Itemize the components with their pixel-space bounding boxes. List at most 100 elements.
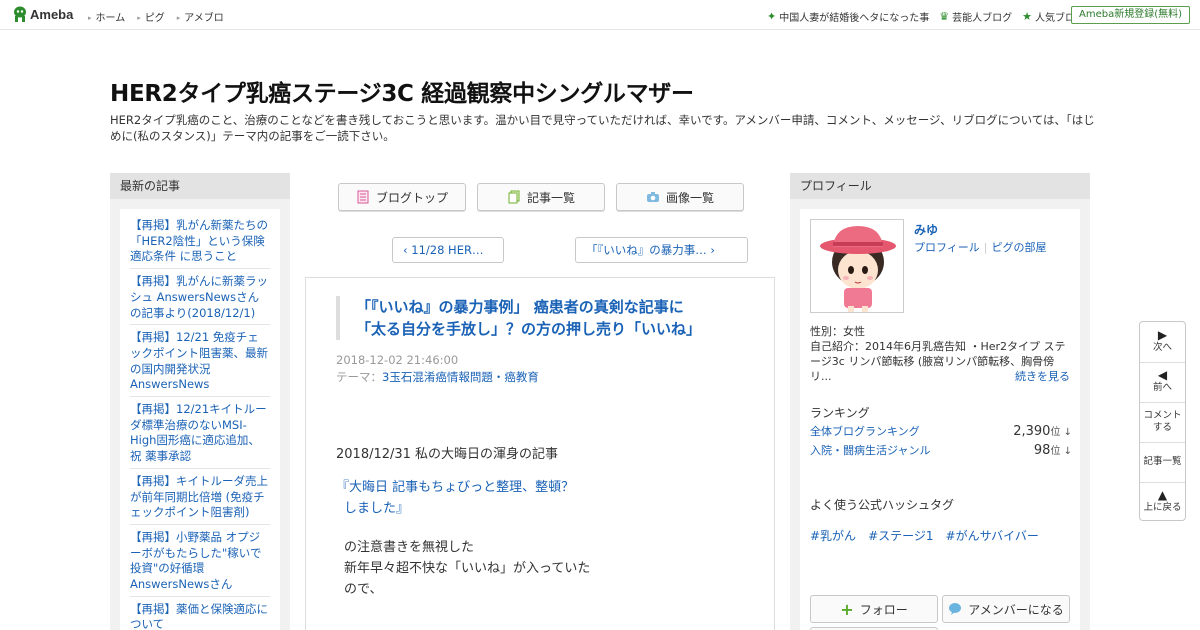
sparkle-icon: ✦ [767,9,777,23]
celebrity-blog-link[interactable]: ♛ 芸能人ブログ [939,9,1013,25]
article-date: 2018-12-02 21:46:00 [336,353,459,367]
hashtag-heading: よく使う公式ハッシュタグ [810,498,955,512]
profile-name[interactable]: みゆ [914,221,938,238]
recent-article-item[interactable]: 【再掲】薬価と保険適応について [130,597,270,630]
recent-article-item[interactable]: 【再掲】乳がんに新薬ラッシュ AnswersNewsさんの記事より(2018/1… [130,269,270,326]
ranking-value: 98位 ↓ [1034,442,1072,458]
plus-icon: + [840,599,854,619]
celebrity-blog-label: 芸能人ブログ [952,13,1013,24]
top-nav: ホーム ピグ アメブロ [88,9,224,24]
profile-gender: 性別：女性 [810,325,865,338]
body-line: 新年早々超不快な「いいね」が入っていた [344,561,591,576]
ranking-genre-link[interactable]: 入院・闘病生活ジャンル [810,442,930,458]
article-list-button[interactable]: 記事一覧 [477,183,605,211]
comment-button[interactable]: コメント する [1140,410,1185,434]
nav-ameblo[interactable]: アメブロ [177,9,224,24]
comment-label: コメント [1143,410,1182,421]
body-line: ので、 [344,582,383,597]
article-title-line: 「『いいね』の暴力事例」 癌患者の真剣な記事に [356,298,684,316]
theme-label: テーマ： [336,370,382,384]
article-body: 2018/12/31 私の大晦日の渾身の記事 『大晦日 記事もちょびっと整理、整… [336,444,756,600]
divider [1140,442,1185,443]
profile-links: プロフィール | ピグの部屋 [914,239,1047,255]
chat-icon [949,603,962,615]
rank-number: 2,390 [1013,424,1051,439]
amember-button[interactable]: アメンバーになる [942,595,1070,623]
divider [1140,402,1185,403]
blog-top-button[interactable]: ブログトップ [338,183,466,211]
logo-text: Ameba [30,7,74,22]
rank-unit: 位 ↓ [1050,446,1072,457]
theme-link[interactable]: 3玉石混淆癌情報問題・癌教育 [382,370,539,384]
blog-title[interactable]: HER2タイプ乳癌ステージ3C 経過観察中シングルマザー [110,74,694,108]
promo-link-label: 中国人妻が結婚後ヘタになった事 [779,13,930,24]
divider [1140,482,1185,483]
recent-article-item[interactable]: 【再掲】12/21キイトルーダ標準治療のないMSI-High固形癌に適応追加、祝… [130,397,270,469]
article-title-line: 「太る自分を手放し」？の方の押し売り「いいね」 [356,320,702,338]
recent-articles-heading: 最新の記事 [110,173,290,199]
article-list-float-button[interactable]: 記事一覧 [1140,456,1185,468]
floating-nav: ▶ 次へ ◀ 前へ コメント する 記事一覧 ▲ 上に戻る [1139,321,1186,521]
nav-home[interactable]: ホーム [88,9,126,24]
pigg-room-link[interactable]: ピグの部屋 [992,241,1047,254]
camera-icon [646,192,659,202]
prev-article-label: 11/28 HER… [411,243,484,257]
follow-button[interactable]: + フォロー [810,595,938,623]
play-right-icon: ▶ [1157,328,1168,342]
recent-article-item[interactable]: 【再掲】乳がん新薬たちの「HER2陰性」という保険適応条件 に思うこと [130,213,270,270]
quote-line: 『大晦日 記事もちょびっと整理、整頓？ [336,480,575,495]
divider: | [983,241,988,254]
play-left-icon: ◀ [1157,368,1168,382]
ranking-row: 全体ブログランキング 2,390位 ↓ [810,423,1072,439]
rank-number: 98 [1033,443,1051,458]
chevron-right-icon: › [706,243,716,257]
quote-line: しました』 [344,501,410,516]
profile-link[interactable]: プロフィール [914,241,980,254]
avatar-image [820,226,896,312]
hashtag-link[interactable]: #がんサバイバー [946,527,1039,544]
ranking-overall-link[interactable]: 全体ブログランキング [810,423,920,439]
avatar[interactable] [810,219,904,313]
back-to-top-label: 上に戻る [1143,502,1182,513]
prev-article-link[interactable]: ‹ 11/28 HER… [392,237,504,263]
nav-pigg[interactable]: ピグ [137,9,165,24]
article-panel: 「『いいね』の暴力事例」 癌患者の真剣な記事に 「太る自分を手放し」？の方の押し… [305,277,775,630]
next-button[interactable]: ▶ 次へ [1140,328,1185,354]
recent-articles-panel: 最新の記事 【再掲】乳がん新薬たちの「HER2陰性」という保険適応条件 に思うこ… [110,173,290,630]
article-title[interactable]: 「『いいね』の暴力事例」 癌患者の真剣な記事に 「太る自分を手放し」？の方の押し… [336,296,736,340]
ameba-logo-icon [14,6,26,22]
ameba-logo[interactable]: Ameba [13,6,73,23]
profile-panel: プロフィール みゆ プロフィール | ピグの部屋 性別：女性 自己紹介：2014… [790,173,1090,630]
rank-unit: 位 ↓ [1050,427,1072,438]
hashtag-link[interactable]: #乳がん [810,527,856,544]
blog-nav-buttons: ブログトップ 記事一覧 画像一覧 [338,183,744,211]
follow-label: フォロー [859,602,908,617]
ranking-row: 入院・闘病生活ジャンル 98位 ↓ [810,442,1072,458]
promo-link[interactable]: ✦ 中国人妻が結婚後ヘタになった事 [767,9,930,25]
read-more-link[interactable]: 続きを見る [1015,368,1070,384]
comment-label: する [1152,422,1172,433]
quoted-article-link[interactable]: 『大晦日 記事もちょびっと整理、整頓？ しました』 [336,477,756,519]
recent-articles-list: 【再掲】乳がん新薬たちの「HER2陰性」という保険適応条件 に思うこと 【再掲】… [120,209,280,630]
recent-article-item[interactable]: 【再掲】12/21 免疫チェックポイント阻害薬、最新の国内開発状況 Answer… [130,325,270,398]
body-paragraph: の注意書きを無視した 新年早々超不快な「いいね」が入っていた ので、 [336,537,756,600]
image-list-label: 画像一覧 [665,190,714,205]
body-line: の注意書きを無視した [344,540,475,555]
back-to-top-button[interactable]: ▲ 上に戻る [1140,488,1185,514]
ranking-heading: ランキング [810,406,870,420]
recent-article-item[interactable]: 【再掲】キイトルーダ売上が前年同期比倍増 (免疫チェックポイント阻害剤) [130,469,270,525]
hashtag-list: #乳がん #ステージ1 #がんサバイバー [810,527,1039,544]
next-label: 次へ [1152,342,1172,353]
image-list-button[interactable]: 画像一覧 [616,183,744,211]
recent-article-item[interactable]: 【再掲】小野薬品 オプジーボがもたらした"稼いで投資"の好循環 AnswersN… [130,525,270,597]
prev-label: 前へ [1152,382,1172,393]
next-article-link[interactable]: 「『いいね』の暴力事… › [575,237,748,263]
ranking-value: 2,390位 ↓ [1013,423,1072,439]
prev-button[interactable]: ◀ 前へ [1140,368,1185,394]
hashtag-link[interactable]: #ステージ1 [868,527,933,544]
article-list-label: 記事一覧 [526,190,575,205]
article-list-float-label: 記事一覧 [1143,456,1182,467]
register-button[interactable]: Ameba新規登録(無料) [1070,6,1190,24]
top-right-links: ✦ 中国人妻が結婚後ヘタになった事 ♛ 芸能人ブログ ★ 人気ブログ [767,9,1085,25]
profile-heading: プロフィール [790,173,1090,199]
